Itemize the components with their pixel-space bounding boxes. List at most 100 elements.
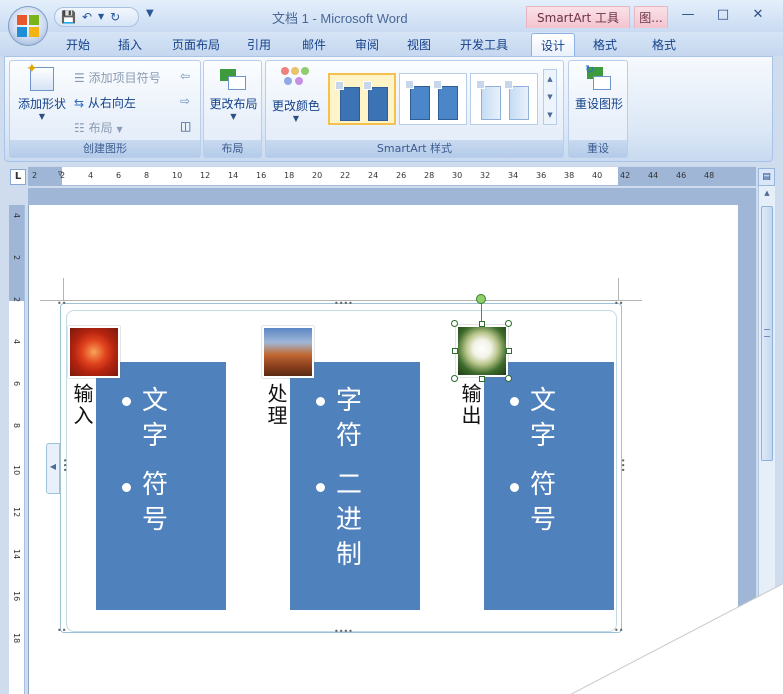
ruler-tick-label: 28 [424,171,435,180]
tab-page-layout[interactable]: 页面布局 [172,36,220,53]
bullet-text-2[interactable]: 二进制 [336,468,372,573]
bullet-text-1[interactable]: 文字 [530,384,566,454]
change-layout-button[interactable]: 更改布局 ▼ [206,67,261,121]
ruler-tick-label: 10 [172,171,183,180]
promote-icon[interactable]: ⇦ [180,69,190,83]
tab-home[interactable]: 开始 [66,36,90,53]
image-red-flower[interactable] [68,326,120,378]
scroll-up-icon[interactable]: ▲ [759,186,775,200]
add-shape-button[interactable]: ✦ 添加形状 ▼ [16,61,68,121]
ruler-tick-label: 18 [284,171,295,180]
tab-review[interactable]: 审阅 [355,36,379,53]
resize-handle[interactable]: ••• [60,458,69,472]
selection-handle[interactable] [451,320,458,327]
add-bullet-button[interactable]: ☰ 添加项目符号 [74,69,161,86]
customize-qat-icon[interactable]: ▼ [146,8,154,19]
redo-icon[interactable]: ↻ [110,11,120,23]
window-title: 文档 1 - Microsoft Word [272,11,408,26]
resize-handle[interactable]: •••• [334,628,353,636]
group-layouts: 更改布局 ▼ 布局 [203,60,262,158]
styles-gallery-scroll[interactable]: ▲ ▼ ▼ [543,69,557,125]
resize-handle[interactable]: •••• [334,300,353,308]
group-label-layouts: 布局 [204,140,261,157]
ruler-tick-label: 42 [620,171,631,180]
image-white-flower[interactable] [456,325,508,377]
selection-handle[interactable] [505,320,512,327]
group-label-smartart-styles: SmartArt 样式 [266,140,563,157]
bullet-dot [122,397,131,406]
view-ruler-icon[interactable]: ▤ [758,168,775,186]
shape-column-1[interactable]: 文字 符号 [96,362,226,610]
tab-format-smartart[interactable]: 格式 [593,36,617,53]
context-tab-smartart-tools: SmartArt 工具 [526,6,630,28]
ruler-tick-label: 22 [340,171,351,180]
selection-handle[interactable] [505,375,512,382]
reset-graphic-icon: ↻ [585,63,613,91]
quick-access-toolbar: 💾 ↶ ▼ ↻ [54,7,139,27]
maximize-icon[interactable]: □ [711,6,735,24]
style-thumbnail-2[interactable] [399,73,467,125]
ruler-tick-label: 6 [116,171,122,180]
change-colors-button[interactable]: 更改颜色 ▼ [268,67,324,123]
right-to-left-button[interactable]: ⇆ 从右向左 [74,94,136,111]
change-layout-icon [219,67,248,91]
minimize-icon[interactable]: — [676,6,700,24]
vertical-ruler[interactable]: 4 2 2 4 6 8 10 12 14 16 18 [9,205,25,694]
horizontal-ruler[interactable]: ▿ 2 2 4 6 8 10 12 14 16 18 20 22 24 26 28 30 32 34 36 38 40 4… [28,166,756,186]
rotate-handle-icon[interactable] [476,294,486,304]
reset-graphic-button[interactable]: ↻ 重设图形 [571,63,627,112]
bullet-text-1[interactable]: 文字 [142,384,178,454]
ruler-tick-label: 8 [144,171,150,180]
demote-icon[interactable]: ⇨ [180,94,190,108]
resize-handle[interactable]: •• [57,627,66,635]
tab-selector-button[interactable]: L [10,169,26,185]
style-thumbnail-1[interactable] [328,73,396,125]
resize-handle[interactable]: ••• [618,458,627,472]
tab-mailings[interactable]: 邮件 [302,36,326,53]
selection-handle[interactable] [479,376,485,382]
selection-handle[interactable] [452,348,458,354]
add-shape-icon: ✦ [26,61,54,91]
column-label-3[interactable]: 输出 [456,383,485,427]
style-thumbnail-3[interactable] [470,73,538,125]
ruler-tick-label: 34 [508,171,519,180]
column-label-2[interactable]: 处理 [262,383,291,427]
shape-column-2[interactable]: 字符 二进制 [290,362,420,610]
ruler-tick-label: 30 [452,171,463,180]
color-circles-icon [281,67,311,93]
tab-developer[interactable]: 开发工具 [460,36,508,53]
resize-handle[interactable]: •• [614,300,623,308]
bullet-text-2[interactable]: 符号 [142,468,178,538]
ruler-tick-label: 48 [704,171,715,180]
ruler-tick-label: 26 [396,171,407,180]
selection-handle[interactable] [479,321,485,327]
close-icon[interactable]: ✕ [746,6,770,24]
tab-format-picture[interactable]: 格式 [652,36,676,53]
resize-handle[interactable]: •• [57,300,66,308]
group-smartart-styles: 更改颜色 ▼ ▲ ▼ ▼ SmartArt 样式 [265,60,564,158]
shape-column-3[interactable]: 文字 符号 [484,362,614,610]
ruler-tick-label: 16 [12,591,21,602]
layout-dropdown-button[interactable]: ☷ 布局 ▼ [74,119,123,136]
ruler-tick-label: 10 [12,465,21,476]
image-desert-canyon[interactable] [262,326,314,378]
selection-handle[interactable] [506,348,512,354]
scrollbar-thumb[interactable] [761,206,773,461]
tab-references[interactable]: 引用 [247,36,271,53]
column-label-1[interactable]: 输入 [68,383,97,427]
bullet-text-1[interactable]: 字符 [336,384,372,454]
text-pane-icon[interactable]: ◫ [180,119,191,133]
selection-handle[interactable] [451,375,458,382]
bullet-dot [510,397,519,406]
tab-insert[interactable]: 插入 [118,36,142,53]
tab-view[interactable]: 视图 [407,36,431,53]
save-icon[interactable]: 💾 [61,11,76,23]
tab-design[interactable]: 设计 [531,33,575,56]
ruler-tick-label: 12 [200,171,211,180]
office-button[interactable] [8,6,48,46]
bullet-text-2[interactable]: 符号 [530,468,566,538]
undo-dropdown-icon[interactable]: ▼ [98,13,104,21]
text-pane-toggle[interactable]: ◀ [46,443,60,494]
group-create-graphic: ✦ 添加形状 ▼ ☰ 添加项目符号 ⇆ 从右向左 ☷ 布局 ▼ ⇦ ⇨ ◫ 创建… [9,60,201,158]
undo-icon[interactable]: ↶ [82,11,92,23]
